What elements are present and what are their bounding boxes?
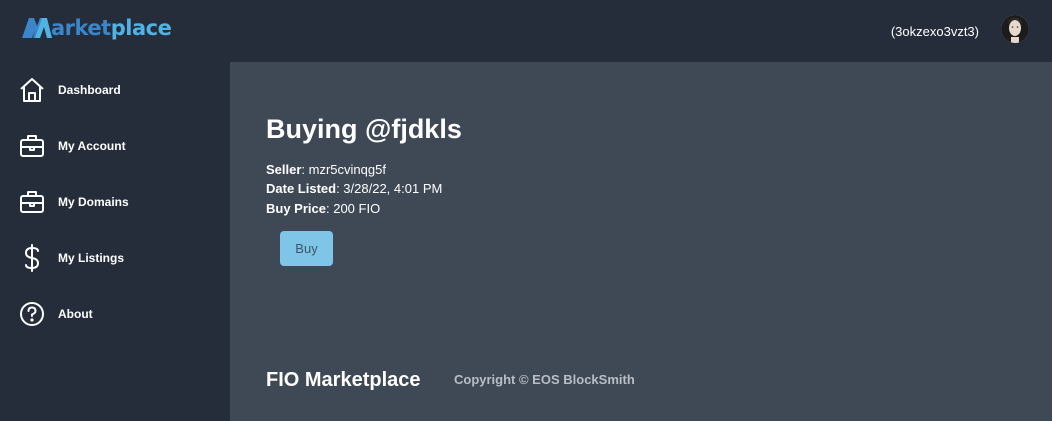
avatar[interactable] <box>1001 15 1029 43</box>
help-circle-icon <box>18 300 46 328</box>
avatar-image <box>1001 15 1029 43</box>
seller-row: Seller: mzr5cvinqg5f <box>266 162 386 177</box>
buy-price-row: Buy Price: 200 FIO <box>266 201 380 216</box>
sidebar-item-label: My Listings <box>58 251 125 265</box>
dollar-icon <box>18 244 46 272</box>
home-icon <box>18 76 46 104</box>
buy-button[interactable]: Buy <box>280 231 333 266</box>
main-content: Buying @fjdkls Seller: mzr5cvinqg5f Date… <box>230 62 1052 421</box>
briefcase-icon <box>18 188 46 216</box>
sidebar: Dashboard My Account My Domains My Listi… <box>0 62 230 421</box>
marketplace-logo[interactable]: arketplace <box>22 15 172 41</box>
date-listed-label: Date Listed <box>266 181 337 196</box>
sidebar-item-my-domains[interactable]: My Domains <box>0 182 230 222</box>
date-listed-row: Date Listed: 3/28/22, 4:01 PM <box>266 181 442 196</box>
buy-price-label: Buy Price <box>266 201 326 216</box>
footer-copyright: Copyright © EOS BlockSmith <box>454 372 635 387</box>
briefcase-icon <box>18 132 46 160</box>
sidebar-item-about[interactable]: About <box>0 294 230 334</box>
sidebar-item-my-listings[interactable]: My Listings <box>0 238 230 278</box>
sidebar-item-label: My Account <box>58 139 126 153</box>
sidebar-item-label: My Domains <box>58 195 129 209</box>
footer-title: FIO Marketplace <box>266 369 421 391</box>
logo-m-icon <box>22 18 52 38</box>
buy-price-value: : 200 FIO <box>325 201 381 216</box>
date-listed-value: : 3/28/22, 4:01 PM <box>336 181 443 196</box>
logo-text: arketplace <box>51 16 172 40</box>
seller-value: : mzr5cvinqg5f <box>301 162 386 177</box>
seller-label: Seller <box>266 162 302 177</box>
account-name[interactable]: (3okzexo3vzt3) <box>891 24 979 39</box>
sidebar-item-dashboard[interactable]: Dashboard <box>0 70 230 110</box>
top-bar: arketplace (3okzexo3vzt3) <box>0 0 1052 62</box>
sidebar-item-label: Dashboard <box>58 83 121 97</box>
page-title: Buying @fjdkls <box>266 114 462 144</box>
sidebar-item-my-account[interactable]: My Account <box>0 126 230 166</box>
sidebar-item-label: About <box>58 307 93 321</box>
